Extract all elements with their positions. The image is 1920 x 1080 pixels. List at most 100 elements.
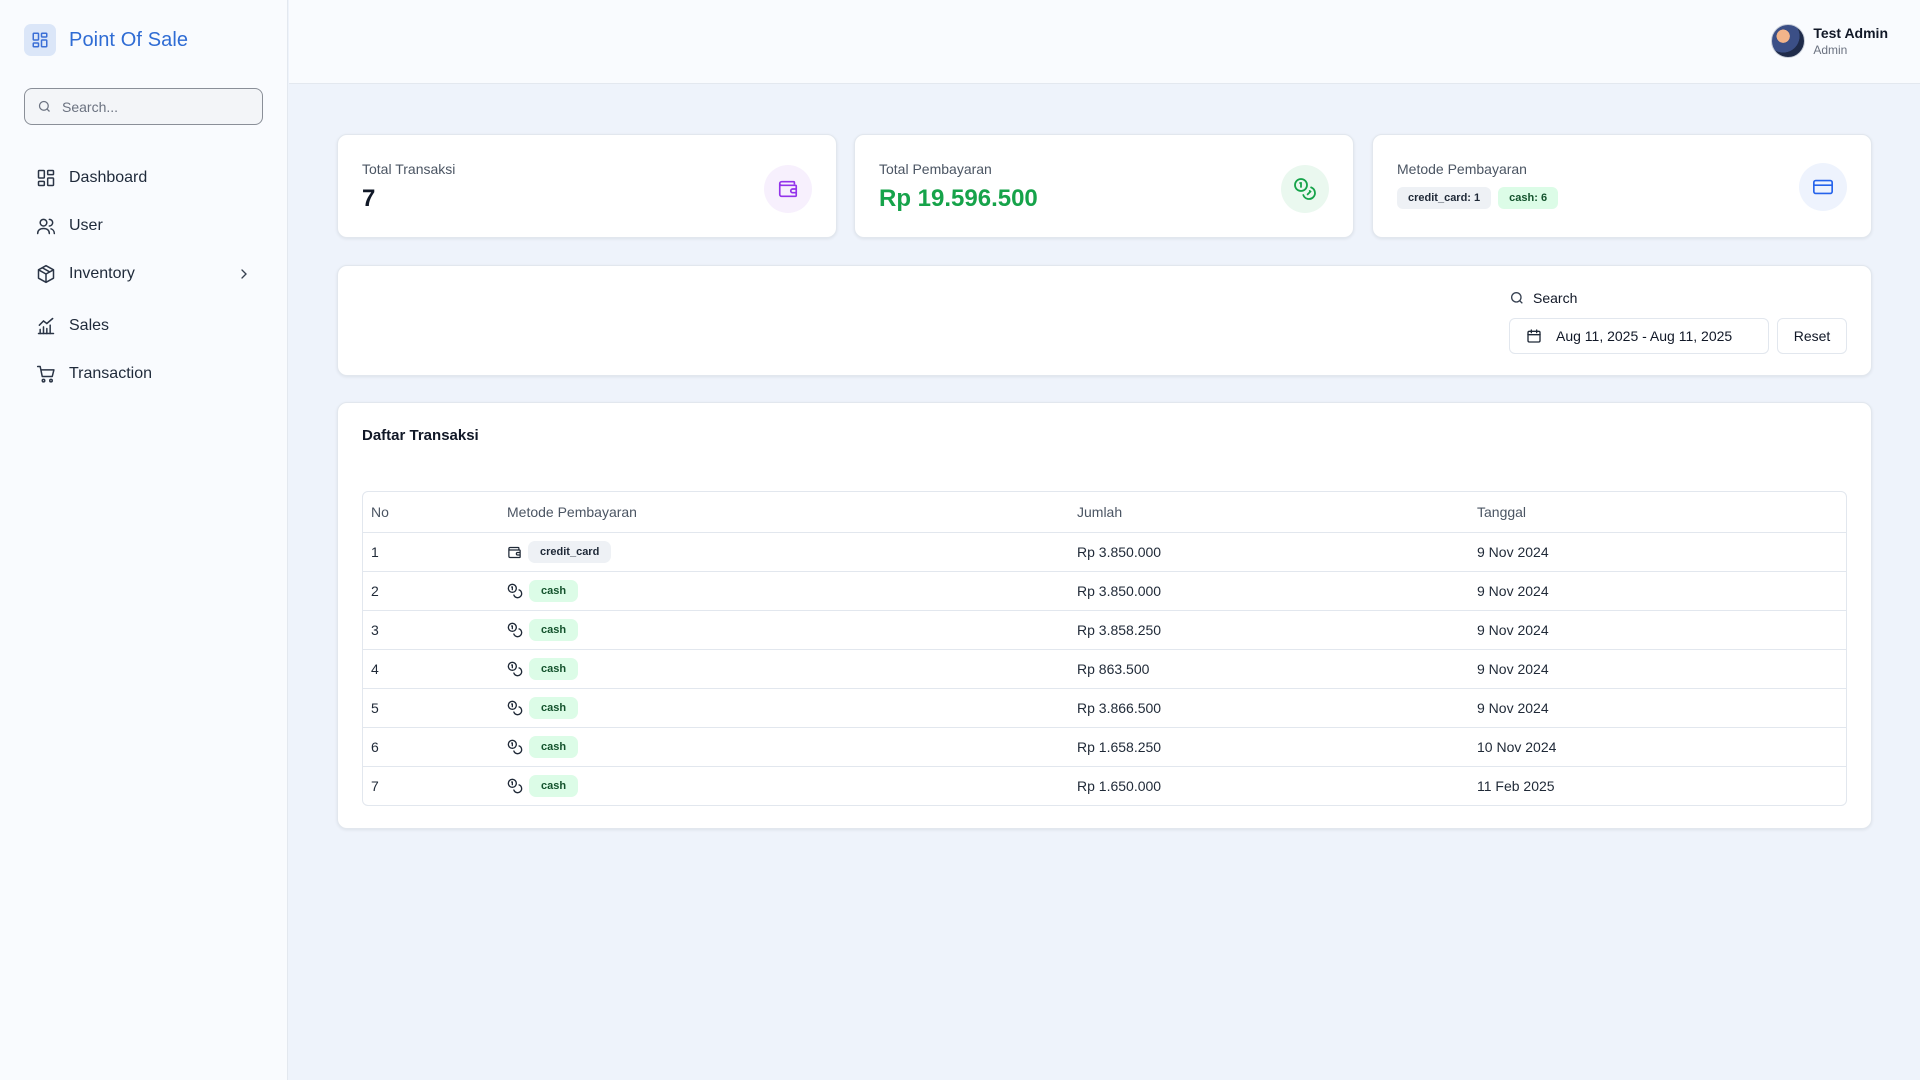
- sidebar-item-dashboard[interactable]: Dashboard: [24, 158, 264, 198]
- transactions-card: Daftar Transaksi No Metode Pembayaran Ju…: [337, 402, 1872, 829]
- row-date: 9 Nov 2024: [1477, 700, 1549, 716]
- search-icon: [38, 100, 50, 112]
- dashboard-grid-icon: [24, 24, 56, 56]
- table-row[interactable]: 6 cash Rp 1.658.250 10 Nov 2024: [363, 727, 1846, 766]
- search-input[interactable]: [62, 98, 242, 115]
- sidebar-item-label: Transaction: [69, 365, 152, 382]
- row-amount: Rp 3.866.500: [1077, 700, 1162, 716]
- wallet-icon: [507, 545, 522, 560]
- status-badge: credit_card: 1: [1397, 187, 1492, 209]
- row-method: cash: [507, 767, 579, 805]
- method-badge: cash: [529, 697, 579, 719]
- column-header-method[interactable]: Metode Pembayaran: [507, 492, 637, 532]
- status-badge: cash: 6: [1498, 187, 1559, 209]
- row-method: cash: [507, 650, 579, 688]
- row-method: cash: [507, 728, 579, 766]
- coins-icon: [507, 739, 523, 755]
- row-date: 9 Nov 2024: [1477, 661, 1549, 677]
- row-amount: Rp 1.658.250: [1077, 739, 1162, 755]
- avatar[interactable]: [1771, 24, 1806, 58]
- sidebar-item-label: Inventory: [69, 265, 135, 282]
- stat-card-total-pembayaran: Total Pembayaran Rp 19.596.500: [854, 134, 1354, 238]
- user-role: Admin: [1813, 43, 1848, 57]
- coins-icon: [507, 778, 523, 794]
- row-method: credit_card: [507, 533, 612, 571]
- row-date: 9 Nov 2024: [1477, 622, 1549, 638]
- column-header-date[interactable]: Tanggal: [1477, 492, 1526, 532]
- row-date: 9 Nov 2024: [1477, 583, 1549, 599]
- date-range-picker[interactable]: Aug 11, 2025 - Aug 11, 2025: [1509, 318, 1769, 354]
- coins-icon: [507, 661, 523, 677]
- coins-icon: [507, 583, 523, 599]
- sidebar-item-label: User: [69, 217, 103, 234]
- row-date: 10 Nov 2024: [1477, 739, 1557, 755]
- sidebar: Point Of Sale Dashboard User: [0, 0, 288, 1080]
- stat-label: Total Pembayaran: [879, 161, 992, 177]
- sidebar-item-label: Sales: [69, 317, 110, 334]
- search-button[interactable]: Search: [1509, 290, 1577, 306]
- stat-value: Rp 19.596.500: [879, 185, 1038, 212]
- table-title: Daftar Transaksi: [362, 427, 479, 444]
- stat-value: 7: [362, 185, 376, 212]
- wallet-icon: [764, 165, 812, 213]
- row-no: 6: [371, 739, 379, 755]
- table-row[interactable]: 2 cash Rp 3.850.000 9 Nov 2024: [363, 571, 1846, 610]
- method-badge: cash: [529, 658, 579, 680]
- stat-card-metode-pembayaran: Metode Pembayaran credit_card: 1 cash: 6: [1372, 134, 1872, 238]
- method-badge: credit_card: [528, 541, 612, 563]
- box-icon: [36, 264, 56, 284]
- user-menu[interactable]: Test Admin Admin: [1771, 24, 1888, 58]
- app-title: Point Of Sale: [69, 28, 189, 51]
- chart-icon: [36, 316, 56, 336]
- row-amount: Rp 3.850.000: [1077, 544, 1162, 560]
- sidebar-search: [24, 88, 263, 125]
- transactions-table: No Metode Pembayaran Jumlah Tanggal 1 cr…: [362, 491, 1847, 806]
- sidebar-item-inventory[interactable]: Inventory: [24, 254, 264, 294]
- method-badge: cash: [529, 619, 579, 641]
- column-header-amount[interactable]: Jumlah: [1077, 492, 1122, 532]
- users-icon: [36, 216, 56, 236]
- credit-card-icon: [1799, 163, 1847, 211]
- row-method: cash: [507, 572, 579, 610]
- table-row[interactable]: 5 cash Rp 3.866.500 9 Nov 2024: [363, 688, 1846, 727]
- row-no: 2: [371, 583, 379, 599]
- user-name: Test Admin: [1813, 25, 1888, 41]
- coins-icon: [507, 700, 523, 716]
- sidebar-item-sales[interactable]: Sales: [24, 306, 264, 346]
- row-amount: Rp 1.650.000: [1077, 778, 1162, 794]
- sidebar-item-user[interactable]: User: [24, 206, 264, 246]
- reset-button[interactable]: Reset: [1777, 318, 1847, 354]
- row-no: 5: [371, 700, 379, 716]
- table-row[interactable]: 1 credit_card Rp 3.850.000 9 Nov 2024: [363, 532, 1846, 571]
- sidebar-item-transaction[interactable]: Transaction: [24, 354, 264, 394]
- dashboard-icon: [36, 168, 56, 188]
- table-row[interactable]: 4 cash Rp 863.500 9 Nov 2024: [363, 649, 1846, 688]
- payment-method-badges: credit_card: 1 cash: 6: [1397, 187, 1559, 209]
- row-date: 11 Feb 2025: [1477, 778, 1555, 794]
- row-method: cash: [507, 689, 579, 727]
- calendar-icon: [1527, 329, 1541, 343]
- topbar: Test Admin Admin: [289, 0, 1920, 84]
- chevron-right-icon[interactable]: [236, 266, 252, 282]
- row-amount: Rp 3.858.250: [1077, 622, 1162, 638]
- stat-label: Total Transaksi: [362, 161, 456, 177]
- date-range-value: Aug 11, 2025 - Aug 11, 2025: [1556, 328, 1733, 344]
- row-amount: Rp 863.500: [1077, 661, 1150, 677]
- table-row[interactable]: 3 cash Rp 3.858.250 9 Nov 2024: [363, 610, 1846, 649]
- coins-icon: [507, 622, 523, 638]
- row-no: 4: [371, 661, 379, 677]
- row-no: 7: [371, 778, 379, 794]
- method-badge: cash: [529, 580, 579, 602]
- table-row[interactable]: 7 cash Rp 1.650.000 11 Feb 2025: [363, 766, 1846, 805]
- stat-label: Metode Pembayaran: [1397, 161, 1527, 177]
- cart-icon: [36, 364, 56, 384]
- filter-card: Search Aug 11, 2025 - Aug 11, 2025 Reset: [337, 265, 1872, 376]
- column-header-no[interactable]: No: [371, 492, 389, 532]
- row-amount: Rp 3.850.000: [1077, 583, 1162, 599]
- row-no: 1: [371, 544, 379, 560]
- row-date: 9 Nov 2024: [1477, 544, 1549, 560]
- table-header-row: No Metode Pembayaran Jumlah Tanggal: [363, 492, 1846, 532]
- brand[interactable]: Point Of Sale: [24, 24, 188, 56]
- row-no: 3: [371, 622, 379, 638]
- search-icon: [1511, 292, 1523, 304]
